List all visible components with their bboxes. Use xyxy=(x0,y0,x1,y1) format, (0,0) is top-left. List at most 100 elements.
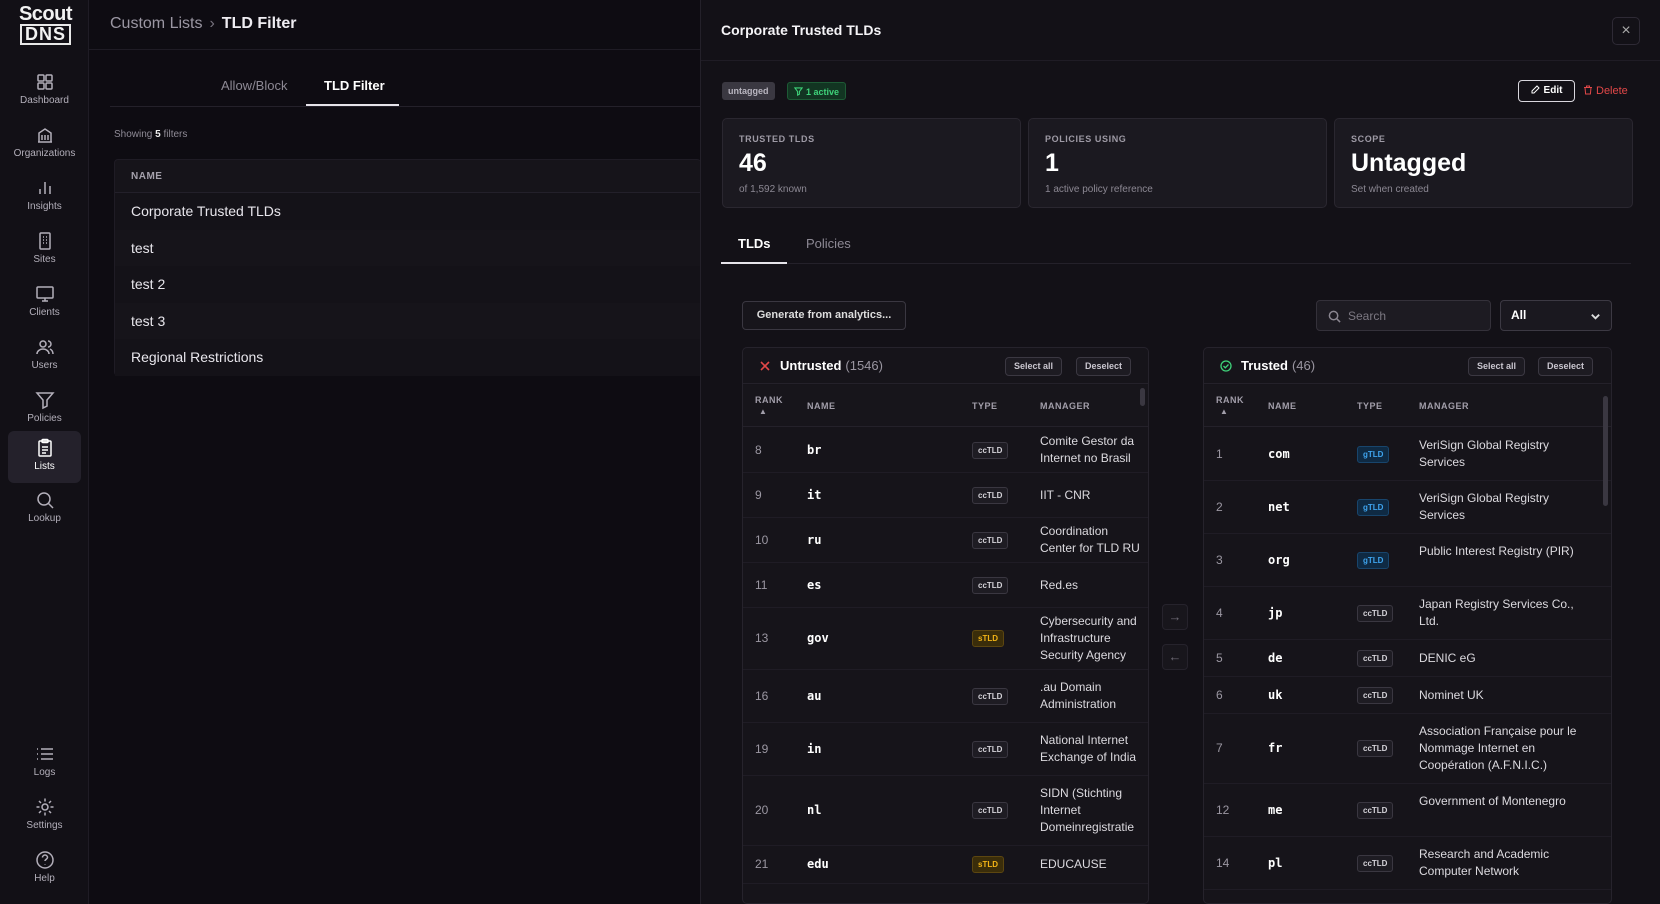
filters-table: NAME Corporate Trusted TLDs test test 2 … xyxy=(114,159,701,376)
table-row[interactable]: 11 es ccTLD Red.es xyxy=(743,563,1148,608)
table-row[interactable]: 14 pl ccTLD Research and Academic Computer … xyxy=(1204,837,1611,890)
rank-cell: 6 xyxy=(1216,688,1223,702)
type-badge: ccTLD xyxy=(1357,650,1394,667)
tab-allow-block[interactable]: Allow/Block xyxy=(221,78,287,93)
settings-icon xyxy=(36,798,53,816)
table-row[interactable]: 9 it ccTLD IIT - CNR xyxy=(743,473,1148,518)
nav-help-label: Help xyxy=(34,873,55,884)
filter-detail-drawer: Corporate Trusted TLDs × untagged 1 acti… xyxy=(700,0,1660,904)
untrusted-scrollbar[interactable] xyxy=(1140,388,1145,406)
type-filter-select[interactable]: All xyxy=(1500,300,1612,331)
type-badge: ccTLD xyxy=(972,688,1009,705)
name-header: NAME xyxy=(1268,401,1297,411)
lists-icon xyxy=(37,438,52,457)
table-row[interactable]: 19 in ccTLD National Internet Exchange of I… xyxy=(743,723,1148,776)
tld-name-cell: it xyxy=(807,488,822,502)
showing-number: 5 xyxy=(155,129,161,140)
table-row[interactable]: 1 com gTLD VeriSign Global Registry Service… xyxy=(1204,428,1611,481)
close-button[interactable]: × xyxy=(1612,17,1640,45)
table-row[interactable]: 20 nl ccTLD SIDN (Stichting Internet Domein… xyxy=(743,776,1148,846)
nav-logs-label: Logs xyxy=(33,767,56,778)
delete-button[interactable]: Delete xyxy=(1583,80,1628,102)
untrusted-deselect-button[interactable]: Deselect xyxy=(1076,357,1132,376)
trusted-select-all-button[interactable]: Select all xyxy=(1468,357,1526,376)
move-to-trusted-button[interactable]: → xyxy=(1162,604,1188,630)
table-row[interactable]: 12 me ccTLD Government of Montenegro xyxy=(1204,784,1611,837)
clients-icon xyxy=(35,286,54,302)
filter-row[interactable]: test 3 xyxy=(115,303,701,340)
table-row[interactable]: 16 au ccTLD .au Domain Administration (auDA… xyxy=(743,670,1148,723)
tld-name-cell: org xyxy=(1268,553,1290,567)
untrusted-select-all-button[interactable]: Select all xyxy=(1005,357,1063,376)
list-tabs: Allow/Block TLD Filter xyxy=(110,70,701,107)
rank-cell: 19 xyxy=(755,742,769,756)
trusted-title-text: Trusted xyxy=(1241,358,1288,373)
tab-tld-filter[interactable]: TLD Filter xyxy=(324,78,385,93)
generate-from-analytics-button[interactable]: Generate from analytics... xyxy=(742,301,906,330)
logs-icon xyxy=(36,748,53,760)
nav-settings[interactable]: Settings xyxy=(8,790,81,842)
tab-policies[interactable]: Policies xyxy=(806,236,851,251)
manager-cell: Cybersecurity and Infrastructure Securit… xyxy=(1040,614,1137,662)
filter-row[interactable]: test 2 xyxy=(115,266,701,303)
breadcrumb-parent[interactable]: Custom Lists xyxy=(110,15,202,32)
move-to-untrusted-button[interactable]: ← xyxy=(1162,644,1188,670)
nav-policies[interactable]: Policies xyxy=(8,383,81,435)
filters-name-header: NAME xyxy=(115,160,701,193)
tld-name-cell: de xyxy=(1268,651,1283,665)
tld-name-cell: au xyxy=(807,689,822,703)
filter-row[interactable]: test xyxy=(115,230,701,267)
trusted-rows: 1 com gTLD VeriSign Global Registry Service… xyxy=(1204,428,1611,890)
trusted-deselect-button[interactable]: Deselect xyxy=(1538,357,1594,376)
chevron-down-icon xyxy=(1591,314,1600,320)
nav-policies-label: Policies xyxy=(27,413,62,424)
tld-search[interactable] xyxy=(1316,300,1491,331)
stat-sub: of 1,592 known xyxy=(739,184,807,195)
search-input[interactable] xyxy=(1348,301,1488,330)
table-row[interactable]: 10 ru ccTLD Coordination Center for TLD RU xyxy=(743,518,1148,563)
sort-asc-icon: ▲ xyxy=(1220,407,1229,416)
search-icon xyxy=(1328,310,1341,323)
table-row[interactable]: 8 br ccTLD Comite Gestor da Internet no Bra… xyxy=(743,428,1148,473)
table-row[interactable]: 5 de ccTLD DENIC eG xyxy=(1204,640,1611,677)
nav-clients[interactable]: Clients xyxy=(8,277,81,329)
filter-row[interactable]: Corporate Trusted TLDs xyxy=(115,193,701,230)
type-badge: ccTLD xyxy=(972,442,1009,459)
rank-cell: 5 xyxy=(1216,651,1223,665)
nav-organizations[interactable]: Organizations xyxy=(8,118,81,170)
table-row[interactable]: 13 gov sTLD Cybersecurity and Infrastructur… xyxy=(743,608,1148,670)
rank-header[interactable]: RANK xyxy=(755,395,783,405)
trusted-title: Trusted (46) xyxy=(1241,358,1315,373)
table-row[interactable]: 6 uk ccTLD Nominet UK xyxy=(1204,677,1611,714)
untrusted-table-header: RANK ▲ NAME TYPE MANAGER xyxy=(743,385,1148,427)
nav-lookup-label: Lookup xyxy=(28,513,61,524)
rank-cell: 3 xyxy=(1216,553,1223,567)
edit-button[interactable]: Edit xyxy=(1518,80,1575,102)
tld-name-cell: nl xyxy=(807,803,822,817)
nav-lookup[interactable]: Lookup xyxy=(8,483,81,535)
table-row[interactable]: 7 fr ccTLD Association Française pour le No… xyxy=(1204,714,1611,784)
table-row[interactable]: 21 edu sTLD EDUCAUSE xyxy=(743,846,1148,884)
organizations-icon xyxy=(37,128,52,143)
arrow-right-icon: → xyxy=(1168,609,1182,624)
nav-lists[interactable]: Lists xyxy=(8,431,81,483)
table-row[interactable]: 2 net gTLD VeriSign Global Registry Service… xyxy=(1204,481,1611,534)
trusted-scrollbar[interactable] xyxy=(1603,396,1608,506)
breadcrumb: Custom Lists › TLD Filter xyxy=(110,15,296,33)
table-row[interactable]: 4 jp ccTLD Japan Registry Services Co., Ltd… xyxy=(1204,587,1611,640)
nav-insights[interactable]: Insights xyxy=(8,171,81,223)
tld-name-cell: fr xyxy=(1268,741,1283,755)
tab-underline xyxy=(306,104,399,106)
type-badge: ccTLD xyxy=(1357,605,1394,622)
nav-dashboard[interactable]: Dashboard xyxy=(8,65,81,117)
scoutdns-logo[interactable]: Scout DNS xyxy=(18,4,73,45)
table-row[interactable]: 3 org gTLD Public Interest Registry (PIR) xyxy=(1204,534,1611,587)
tab-tlds[interactable]: TLDs xyxy=(738,236,771,251)
tld-name-cell: me xyxy=(1268,803,1283,817)
nav-help[interactable]: Help xyxy=(8,843,81,895)
nav-sites[interactable]: Sites xyxy=(8,224,81,276)
rank-header[interactable]: RANK xyxy=(1216,395,1244,405)
filter-row[interactable]: Regional Restrictions xyxy=(115,339,701,376)
nav-users[interactable]: Users xyxy=(8,330,81,382)
nav-logs[interactable]: Logs xyxy=(8,737,81,789)
